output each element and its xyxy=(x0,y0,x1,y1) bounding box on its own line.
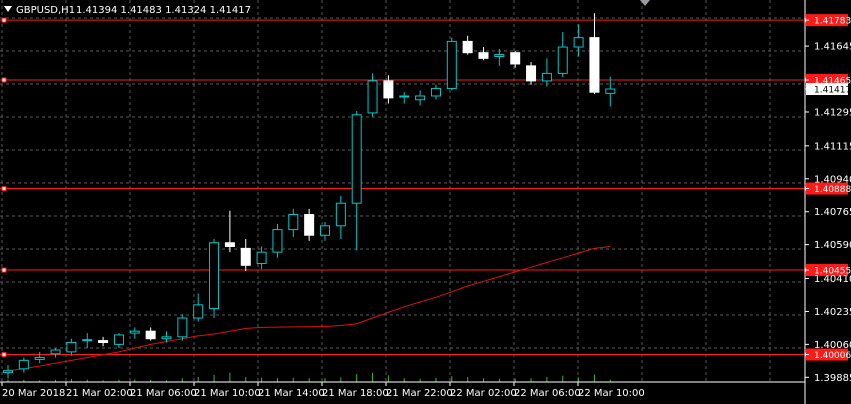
candle-bull xyxy=(399,95,410,98)
time-label: 21 Mar 22:00 xyxy=(386,388,453,399)
time-label: 21 Mar 02:00 xyxy=(66,388,133,399)
price-label: 1.40590 xyxy=(814,240,851,251)
candle-bull xyxy=(256,251,267,264)
candle-bear xyxy=(478,52,489,59)
candle-bull xyxy=(605,88,616,94)
candle-bull xyxy=(3,370,13,374)
price-label: 1.41115 xyxy=(814,141,851,152)
line-handle[interactable] xyxy=(1,186,7,192)
candle-bear xyxy=(462,40,473,54)
candle-bear xyxy=(383,80,394,99)
price-label: 1.41417 xyxy=(814,86,851,96)
candle-bull xyxy=(34,357,45,360)
time-label: 22 Mar 06:00 xyxy=(514,388,581,399)
line-handle[interactable] xyxy=(1,352,7,358)
symbol-header: GBPUSD,H1 1.41394 1.41483 1.41324 1.4141… xyxy=(4,5,251,16)
candle-bear xyxy=(98,340,109,343)
price-label: 1.40006 xyxy=(814,351,851,361)
price-label: 1.39885 xyxy=(814,373,851,384)
candle-bear xyxy=(224,242,235,248)
price-label: 1.40765 xyxy=(814,207,851,218)
price-label: 1.40410 xyxy=(814,274,851,285)
price-label: 1.40888 xyxy=(814,185,851,195)
candle-bull xyxy=(193,304,204,319)
time-label: 21 Mar 18:00 xyxy=(322,388,389,399)
candle-bull xyxy=(18,359,29,370)
candle-bull xyxy=(557,46,568,74)
symbol-ohlc: 1.41394 1.41483 1.41324 1.41417 xyxy=(76,5,251,16)
candle-bull xyxy=(541,72,552,82)
symbol-name: GBPUSD,H1 xyxy=(16,5,75,16)
candle-bull xyxy=(129,330,140,334)
price-chart[interactable]: 1.417831.416451.414651.414171.412951.411… xyxy=(0,0,851,404)
candle-bull xyxy=(177,317,188,338)
price-label: 1.41645 xyxy=(814,42,851,53)
candle-bull xyxy=(209,242,220,310)
candle-bull xyxy=(430,87,441,97)
candle-bear xyxy=(240,247,251,266)
candle-bear xyxy=(589,37,600,93)
time-label: 22 Mar 02:00 xyxy=(450,388,517,399)
time-label: 21 Mar 14:00 xyxy=(258,388,325,399)
candle-bull xyxy=(113,334,124,345)
candle-bull xyxy=(494,54,505,57)
candle-bull xyxy=(50,349,61,355)
line-handle[interactable] xyxy=(1,267,7,273)
time-label: 22 Mar 10:00 xyxy=(578,388,645,399)
candle-bull xyxy=(161,336,172,340)
candle-bull xyxy=(415,95,426,101)
candle-bear xyxy=(304,214,315,236)
candle-bear xyxy=(526,65,537,82)
time-label: 21 Mar 06:00 xyxy=(130,388,197,399)
price-label: 1.40235 xyxy=(814,307,851,318)
candle-bull xyxy=(66,341,77,353)
line-handle[interactable] xyxy=(1,17,7,23)
candle-bull xyxy=(446,40,457,89)
time-label: 21 Mar 10:00 xyxy=(194,388,261,399)
candle-bull xyxy=(320,225,330,236)
candle-bull xyxy=(573,37,584,48)
line-handle[interactable] xyxy=(1,77,7,83)
candle-bull xyxy=(288,214,299,231)
time-label: 20 Mar 2018 xyxy=(2,388,65,399)
candle-bull xyxy=(272,229,283,253)
price-label: 1.41295 xyxy=(814,107,851,118)
candle-bear xyxy=(145,330,156,340)
chart-background xyxy=(0,0,851,404)
price-label: 1.41783 xyxy=(814,17,851,27)
candle-bear xyxy=(510,52,521,65)
candle-bull xyxy=(335,202,346,227)
candle-bull xyxy=(351,114,362,204)
candle-bull xyxy=(367,80,378,114)
candle-bull xyxy=(82,339,93,342)
